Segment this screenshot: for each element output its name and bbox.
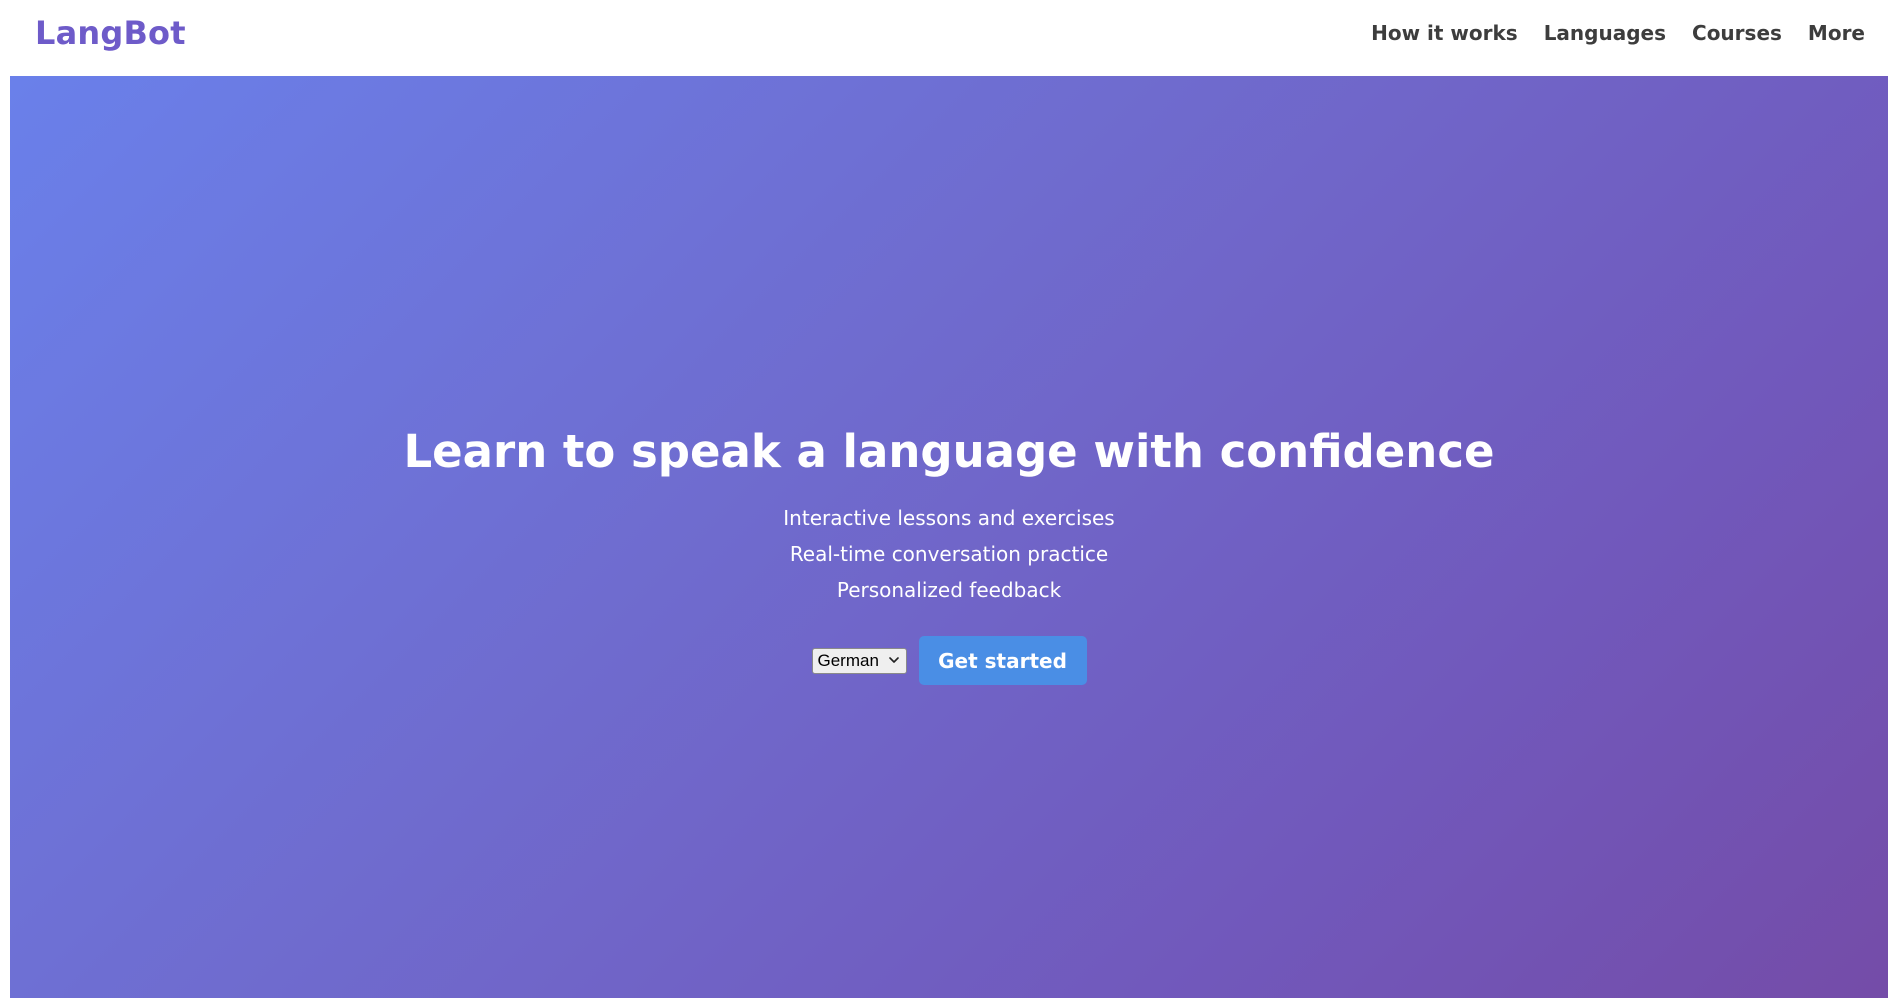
page: LangBot How it works Languages Courses M… <box>0 0 1896 1002</box>
feature-list: Interactive lessons and exercises Real-t… <box>10 500 1888 608</box>
feature-item: Interactive lessons and exercises <box>783 506 1115 530</box>
hero-actions: German Get started <box>10 636 1888 685</box>
site-header: LangBot How it works Languages Courses M… <box>0 0 1896 76</box>
logo[interactable]: LangBot <box>35 14 186 52</box>
feature-item: Personalized feedback <box>836 578 1062 602</box>
main-nav: How it works Languages Courses More <box>1371 20 1865 46</box>
feature-item: Real-time conversation practice <box>789 542 1109 566</box>
nav-courses[interactable]: Courses <box>1692 20 1782 46</box>
nav-languages[interactable]: Languages <box>1544 20 1666 46</box>
nav-how-it-works[interactable]: How it works <box>1371 20 1518 46</box>
hero-content: Learn to speak a language with confidenc… <box>10 424 1888 685</box>
language-select-wrapper: German <box>811 647 907 674</box>
language-select[interactable]: German <box>811 647 907 674</box>
get-started-button[interactable]: Get started <box>918 636 1087 685</box>
hero-section: Learn to speak a language with confidenc… <box>10 76 1888 998</box>
hero-title: Learn to speak a language with confidenc… <box>403 425 1495 478</box>
nav-more[interactable]: More <box>1808 20 1865 46</box>
